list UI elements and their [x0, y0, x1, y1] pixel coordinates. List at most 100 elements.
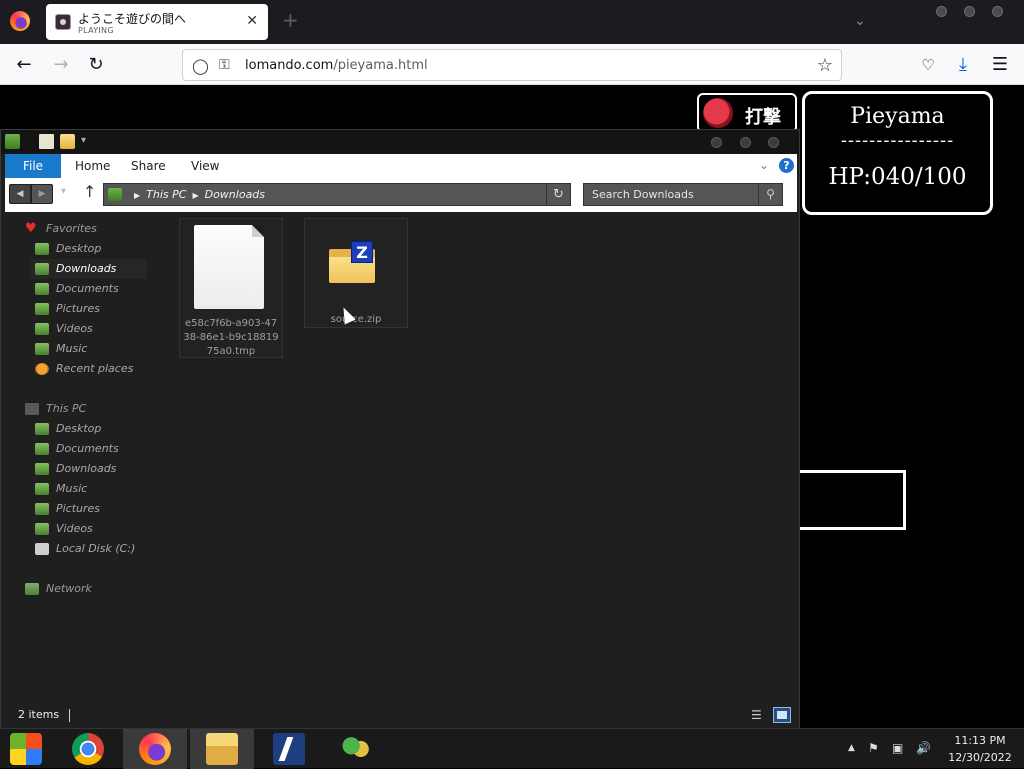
bookmark-star-icon[interactable]: ☆ [817, 55, 833, 76]
explorer-minimize-button[interactable] [711, 137, 722, 148]
taskbar-chrome[interactable] [56, 729, 120, 769]
network-icon [25, 583, 39, 595]
nav-item-favorites-downloads[interactable]: Downloads [31, 259, 147, 279]
breadcrumb-separator-icon[interactable]: ▶ [192, 191, 198, 200]
blank-file-icon [194, 225, 264, 309]
tab-favicon-icon [55, 14, 71, 30]
refresh-icon[interactable]: ↻ [546, 184, 570, 205]
window-maximize-button[interactable] [964, 6, 975, 17]
details-view-icon[interactable]: ☰ [751, 708, 767, 722]
ribbon-expand-chevron-icon[interactable]: ⌄ [759, 158, 769, 172]
address-bar[interactable]: ▶ This PC ▶ Downloads ↻ [103, 183, 571, 206]
search-icon[interactable]: ⚲ [758, 184, 782, 205]
firefox-icon [139, 733, 171, 765]
tracking-shield-icon[interactable]: ◯ [192, 57, 209, 75]
ribbon-tab-share[interactable]: Share [131, 154, 166, 178]
videos-icon [35, 523, 49, 535]
file-explorer-window: ▾ File Home Share View ⌄ ? ◀ ▶ ▾ ↑ ▶ This… [0, 129, 800, 729]
music-icon [35, 483, 49, 495]
downloads-icon[interactable]: ⤓ [952, 54, 974, 76]
player-status-box: Pieyama ---------------- HP:040/100 [802, 91, 993, 215]
desktop-icon [35, 243, 49, 255]
action-center-flag-icon[interactable]: ⚑ [868, 741, 879, 755]
search-input[interactable]: Search Downloads ⚲ [583, 183, 783, 206]
nav-item-recent-places[interactable]: Recent places [31, 359, 147, 379]
breadcrumb-separator-icon[interactable]: ▶ [134, 191, 140, 200]
explorer-status-bar: 2 items ☰ [1, 704, 799, 728]
breadcrumb-downloads[interactable]: Downloads [205, 188, 265, 201]
window-minimize-button[interactable] [936, 6, 947, 17]
firefox-menu-icon[interactable] [10, 11, 30, 31]
tray-expand-icon[interactable]: ▲ [848, 743, 855, 753]
explorer-title-bar[interactable]: ▾ [1, 130, 799, 154]
explorer-back-button[interactable]: ◀ [9, 184, 31, 204]
status-divider [69, 709, 70, 722]
breadcrumb-this-pc[interactable]: This PC [146, 188, 186, 201]
up-arrow-icon[interactable]: ↑ [83, 182, 96, 201]
file-item-zip[interactable]: Z source.zip [304, 218, 408, 328]
attack-label: 打撃 [745, 107, 781, 128]
ribbon-tab-file[interactable]: File [5, 154, 61, 178]
ribbon-tab-view[interactable]: View [191, 154, 219, 178]
url-bar[interactable]: ◯ ⚿ lomando.com/pieyama.html ☆ [182, 49, 842, 81]
pictures-icon [35, 303, 49, 315]
ribbon-tab-home[interactable]: Home [75, 154, 110, 178]
nav-item-favorites-videos[interactable]: Videos [31, 319, 147, 339]
nav-item-local-disk[interactable]: Local Disk (C:) [31, 539, 147, 559]
clock-time[interactable]: 11:13 PM [950, 734, 1010, 747]
clock-date[interactable]: 12/30/2022 [942, 751, 1018, 764]
navigation-pane: ♥ Favorites Desktop Downloads Documents … [5, 216, 157, 706]
nav-item-favorites-documents[interactable]: Documents [31, 279, 147, 299]
taskbar-video-editor[interactable] [257, 729, 321, 769]
forward-arrow-icon[interactable]: → [50, 54, 72, 76]
nav-item-pc-videos[interactable]: Videos [31, 519, 147, 539]
nav-item-pc-downloads[interactable]: Downloads [31, 459, 147, 479]
url-text[interactable]: lomando.com/pieyama.html [245, 58, 428, 73]
nav-item-pc-music[interactable]: Music [31, 479, 147, 499]
tab-list-chevron-icon[interactable]: ⌄ [854, 13, 866, 29]
quick-access-dropdown-icon[interactable]: ▾ [81, 135, 86, 146]
back-arrow-icon[interactable]: ← [13, 54, 35, 76]
taskbar-firefox[interactable] [123, 729, 187, 769]
new-folder-icon[interactable] [60, 134, 75, 149]
tab-close-icon[interactable]: ✕ [246, 13, 258, 29]
nav-item-favorites-music[interactable]: Music [31, 339, 147, 359]
browser-nav-bar: ← → ↻ ◯ ⚿ lomando.com/pieyama.html ☆ ♡ ⤓… [0, 44, 1024, 85]
file-item-tmp[interactable]: e58c7f6b-a903-4738-86e1-b9c1881975a0.tmp [179, 218, 283, 358]
music-icon [35, 343, 49, 355]
properties-icon[interactable] [39, 134, 54, 149]
player-hp: HP:040/100 [828, 164, 967, 190]
explorer-close-button[interactable] [768, 137, 779, 148]
large-icons-view-icon[interactable] [773, 707, 791, 723]
start-button[interactable] [0, 729, 64, 769]
taskbar-file-explorer[interactable] [190, 729, 254, 769]
recent-locations-icon[interactable]: ▾ [61, 186, 66, 197]
nav-item-favorites-desktop[interactable]: Desktop [31, 239, 147, 259]
explorer-folder-icon [5, 134, 20, 149]
browser-tab[interactable]: ようこそ遊びの間へ PLAYING ✕ [46, 4, 268, 40]
nav-item-pc-desktop[interactable]: Desktop [31, 419, 147, 439]
taskbar-network-app[interactable] [324, 729, 388, 769]
window-close-button[interactable] [992, 6, 1003, 17]
address-row: ◀ ▶ ▾ ↑ ▶ This PC ▶ Downloads ↻ Search Down… [5, 178, 797, 212]
browser-tab-bar: ようこそ遊びの間へ PLAYING ✕ + ⌄ [0, 0, 1024, 44]
hamburger-menu-icon[interactable]: ☰ [989, 54, 1011, 76]
player-name: Pieyama [850, 104, 945, 129]
nav-item-pc-documents[interactable]: Documents [31, 439, 147, 459]
recent-places-icon [35, 363, 49, 375]
connection-lock-icon[interactable]: ⚿ [219, 57, 230, 73]
documents-icon [35, 443, 49, 455]
explorer-maximize-button[interactable] [740, 137, 751, 148]
pocket-icon[interactable]: ♡ [917, 54, 939, 76]
chrome-icon [72, 733, 104, 765]
explorer-forward-button[interactable]: ▶ [31, 184, 53, 204]
reload-icon[interactable]: ↻ [85, 54, 107, 76]
help-icon[interactable]: ? [779, 158, 794, 173]
nav-item-favorites-pictures[interactable]: Pictures [31, 299, 147, 319]
volume-icon[interactable]: 🔊 [916, 741, 931, 755]
nav-item-pc-pictures[interactable]: Pictures [31, 499, 147, 519]
zip-archive-icon: Z [329, 241, 375, 283]
network-status-icon[interactable]: ▣ [892, 741, 903, 755]
attack-button[interactable]: 打撃 [697, 93, 797, 133]
new-tab-button[interactable]: + [282, 10, 299, 30]
